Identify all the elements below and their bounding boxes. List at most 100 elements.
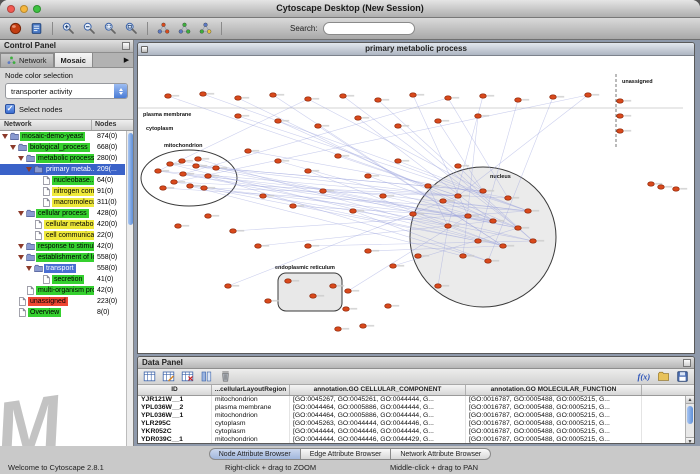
network-frame-titlebar[interactable]: primary metabolic process (138, 43, 694, 56)
data-panel-title: Data Panel (142, 358, 183, 367)
attribute-columns-icon[interactable] (198, 369, 215, 384)
save-attributes-icon[interactable] (674, 369, 691, 384)
formula-builder-icon[interactable]: f(x) (636, 369, 653, 384)
table-cell: [GO:0045263, GO:0044444, GO:0044446, G..… (290, 420, 466, 428)
search-input[interactable] (323, 22, 415, 35)
tree-row-unassigned[interactable]: unassigned223(0) (0, 296, 125, 307)
column-header-id[interactable]: ID (138, 385, 212, 395)
scrollbar-thumb[interactable] (128, 133, 133, 225)
leaf-icon (42, 176, 51, 185)
table-row[interactable]: YKR052Ccytoplasm[GO:0044444, GO:0044446,… (138, 428, 694, 436)
new-network-from-selection-icon[interactable] (175, 20, 194, 37)
leaf-icon (34, 231, 43, 240)
tree-row-cellular-process[interactable]: cellular process428(0) (0, 208, 125, 219)
table-row[interactable]: YDR039C__1mitochondrion[GO:0044444, GO:0… (138, 436, 694, 444)
table-cell: [GO:0044464, GO:0005886, GO:0044444, G..… (290, 412, 466, 420)
tree-header-network[interactable]: Network (0, 120, 92, 130)
table-row[interactable]: YLR295Ccytoplasm[GO:0045263, GO:0044444,… (138, 420, 694, 428)
tab-node-attribute-browser[interactable]: Node Attribute Browser (209, 448, 301, 460)
tree-node-count: 311(0) (94, 199, 117, 206)
control-panel-scrollbar[interactable] (126, 131, 133, 446)
tree-row-mosaic-demo-yeast[interactable]: mosaic-demo-yeast874(0) (0, 131, 125, 142)
tab-mosaic[interactable]: Mosaic (54, 52, 93, 67)
node-color-attribute-select[interactable]: transporter activity (5, 83, 128, 99)
select-attributes-icon[interactable] (141, 369, 158, 384)
tab-network-attribute-browser[interactable]: Network Attribute Browser (391, 448, 491, 460)
column-header-cellular-component[interactable]: annotation.GO CELLULAR_COMPONENT (290, 385, 466, 395)
tree-row-metabolic-process[interactable]: metabolic process280(0) (0, 153, 125, 164)
node-color-selection-label: Node color selection (5, 71, 128, 80)
scroll-down-icon[interactable]: ▼ (686, 437, 694, 444)
leaf-icon (26, 286, 35, 295)
column-header-molecular-function[interactable]: annotation.GO MOLECULAR_FUNCTION (466, 385, 642, 395)
column-header-layout-region[interactable]: ...cellularLayoutRegion (212, 385, 290, 395)
tree-row-transport[interactable]: transport558(0) (0, 263, 125, 274)
tab-network[interactable]: Network (0, 53, 54, 67)
zoom-fit-icon[interactable] (122, 20, 141, 37)
tree-row-nucleobase[interactable]: nucleobase...64(0) (0, 175, 125, 186)
zoom-in-icon[interactable] (59, 20, 78, 37)
tree-row-nitrogen-compo[interactable]: nitrogen compo...91(0) (0, 186, 125, 197)
save-session-icon[interactable] (27, 20, 46, 37)
tree-node-count: 428(0) (94, 210, 117, 217)
expand-collapse-icon[interactable] (18, 255, 24, 260)
tree-label: transport (44, 264, 76, 273)
expand-collapse-icon[interactable] (2, 134, 8, 139)
svg-text:plasma membrane: plasma membrane (143, 112, 191, 118)
expand-collapse-icon[interactable] (18, 156, 24, 161)
hide-selected-icon[interactable] (154, 20, 173, 37)
tree-row-cellular-metabo[interactable]: cellular metabo...420(0) (0, 219, 125, 230)
tab-edge-attribute-browser[interactable]: Edge Attribute Browser (301, 448, 392, 460)
delete-attribute-icon[interactable] (179, 369, 196, 384)
float-panel-icon[interactable] (683, 359, 691, 367)
desktop-pane: primary metabolic process plasma membran… (134, 40, 700, 446)
tree-row-response-to-stimul[interactable]: response to stimul...42(0) (0, 241, 125, 252)
table-cell: [GO:0044444, GO:0044446, GO:0044429, G..… (290, 436, 466, 444)
scroll-up-icon[interactable]: ▲ (686, 396, 694, 404)
expand-collapse-icon[interactable] (18, 211, 24, 216)
cytoscape-orb-icon[interactable] (6, 20, 25, 37)
zoom-selected-region-icon[interactable] (101, 20, 120, 37)
delete-row-icon[interactable] (217, 369, 234, 384)
tree-row-macromolecule[interactable]: macromolecule...311(0) (0, 197, 125, 208)
apply-layout-icon[interactable] (196, 20, 215, 37)
tree-row-multi-organism-pro[interactable]: multi-organism pro...42(0) (0, 285, 125, 296)
select-nodes-label: Select nodes (19, 105, 62, 114)
table-row[interactable]: YPL036W__2plasma membrane[GO:0044464, GO… (138, 404, 694, 412)
table-cell: [GO:0044464, GO:0005886, GO:0044444, G..… (290, 404, 466, 412)
zoom-out-icon[interactable] (80, 20, 99, 37)
mosaic-controls: Node color selection transporter activit… (0, 68, 133, 120)
tree-label: unassigned (28, 297, 68, 306)
expand-collapse-icon[interactable] (26, 266, 32, 271)
network-canvas[interactable]: plasma membranecytoplasmmitochondrionnuc… (138, 56, 694, 354)
attribute-table-body: YJR121W__1mitochondrion[GO:0045267, GO:0… (138, 396, 694, 444)
expand-collapse-icon[interactable] (10, 145, 16, 150)
folder-icon (26, 209, 35, 218)
tree-label: secretion (52, 275, 84, 284)
tree-row-overview[interactable]: Overview8(0) (0, 307, 125, 318)
tab-scroll-right-button[interactable]: ▶ (120, 53, 133, 67)
table-scrollbar[interactable]: ▲ ▼ (685, 396, 694, 444)
tree-node-count: 22(0) (94, 232, 113, 239)
tree-row-secretion[interactable]: secretion41(0) (0, 274, 125, 285)
tree-row-cell-communicat[interactable]: cell communicat...22(0) (0, 230, 125, 241)
import-attributes-icon[interactable] (655, 369, 672, 384)
control-panel-title: Control Panel (4, 41, 56, 50)
table-cell: mitochondrion (212, 396, 290, 404)
window-titlebar[interactable]: Cytoscape Desktop (New Session) (0, 0, 700, 18)
scrollbar-thumb[interactable] (687, 406, 693, 424)
tree-row-biological-process[interactable]: biological_process668(0) (0, 142, 125, 153)
tree-label: nucleobase... (52, 176, 94, 185)
float-panel-icon[interactable] (122, 42, 130, 50)
expand-collapse-icon[interactable] (26, 167, 32, 172)
tree-row-establishment-of-lo[interactable]: establishment of lo...558(0) (0, 252, 125, 263)
expand-collapse-icon[interactable] (18, 244, 24, 249)
select-nodes-checkbox[interactable]: ✓ (5, 104, 15, 114)
create-attribute-icon[interactable] (160, 369, 177, 384)
table-row[interactable]: YJR121W__1mitochondrion[GO:0045267, GO:0… (138, 396, 694, 404)
table-row[interactable]: YPL036W__1mitochondrion[GO:0044464, GO:0… (138, 412, 694, 420)
tree-header-nodes[interactable]: Nodes (92, 120, 133, 130)
tree-row-primary-metab[interactable]: primary metab...209(... (0, 164, 125, 175)
toolbar-separator (147, 22, 148, 35)
frame-close-button[interactable] (141, 46, 148, 53)
